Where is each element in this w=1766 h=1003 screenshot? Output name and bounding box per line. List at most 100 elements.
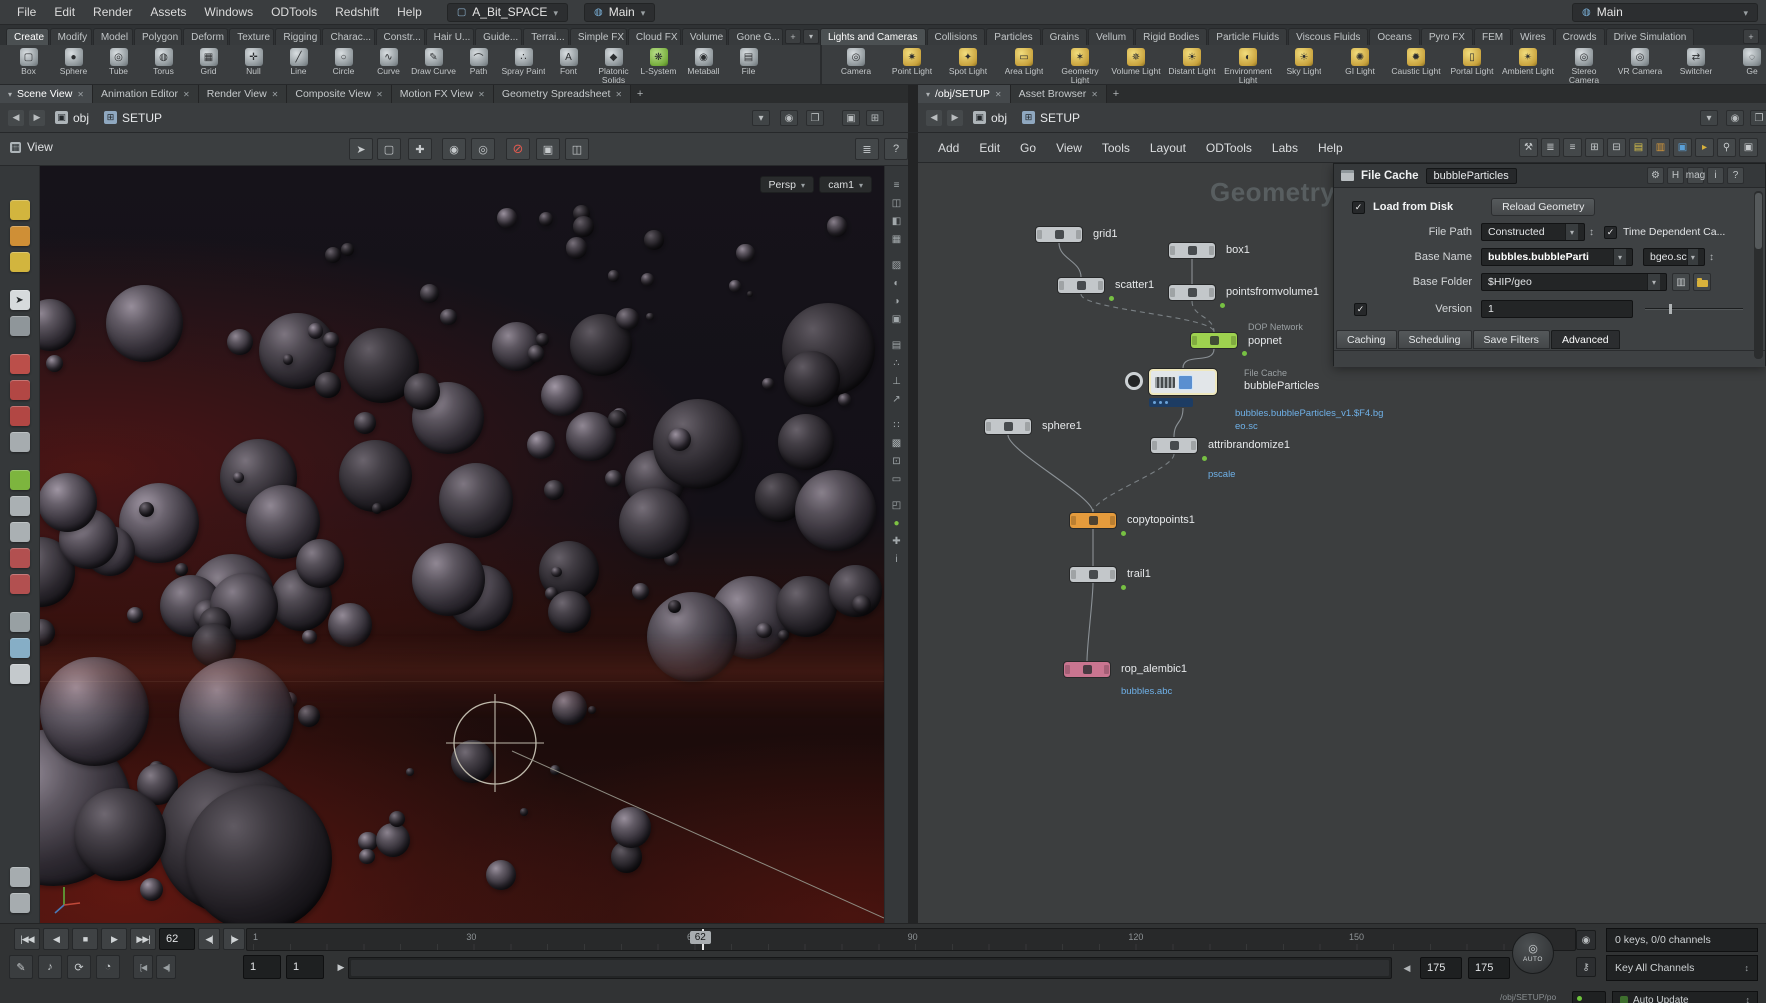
multi-snap-icon[interactable]: ◎ — [471, 138, 495, 160]
node-pointsfromvolume1[interactable] — [1169, 285, 1215, 300]
pane-tab[interactable]: ▾ Animation Editor — [92, 85, 199, 103]
close-icon[interactable] — [1091, 88, 1098, 100]
node-input-flag[interactable] — [1071, 516, 1076, 525]
shelf-tab[interactable]: Vellum — [1088, 28, 1135, 45]
render-region-disabled-icon[interactable]: ⊘ — [506, 138, 530, 160]
snap-icon[interactable]: ◉ — [442, 138, 466, 160]
wireframe-icon[interactable]: ▦ — [892, 234, 901, 246]
node-output-flag[interactable] — [1191, 441, 1196, 450]
shelf-tab[interactable]: Guide... — [475, 28, 523, 45]
viewport-layout-icon[interactable]: ◫ — [565, 138, 589, 160]
shelf-tab[interactable]: Lights and Cameras — [820, 28, 926, 45]
node-input-flag[interactable] — [1192, 336, 1197, 345]
keyframe-options-icon[interactable]: ✎ — [9, 955, 33, 979]
camera-icon[interactable]: ▣ — [892, 314, 901, 326]
shelf-tool[interactable]: ✺ GI Light — [1332, 46, 1388, 84]
info-icon[interactable]: i — [895, 554, 897, 566]
param-tab[interactable]: Save Filters — [1472, 330, 1550, 349]
pose-green-icon[interactable] — [9, 470, 30, 490]
open-folder-icon[interactable] — [1693, 273, 1711, 291]
paint-red-icon[interactable] — [9, 354, 30, 374]
lasso-select-icon[interactable]: ▢ — [377, 138, 401, 160]
auto-scope-button[interactable]: ◎ AUTO — [1512, 932, 1554, 974]
mask-icon[interactable]: ◰ — [892, 500, 901, 512]
version-field[interactable]: 1 — [1481, 300, 1633, 318]
shelf-tool[interactable]: ◎ Camera — [828, 46, 884, 84]
particles-icon[interactable]: ∷ — [893, 420, 899, 432]
menu-item[interactable]: Windows — [195, 2, 262, 22]
add-shelf-tab-button[interactable] — [785, 29, 801, 44]
shelf-tab[interactable]: Deform — [183, 28, 229, 45]
node-input-flag[interactable] — [1152, 441, 1157, 450]
close-icon[interactable] — [478, 88, 485, 100]
param-scrollbar[interactable] — [1754, 191, 1763, 359]
pane-tab[interactable]: ▾ Render View — [198, 85, 288, 103]
close-icon[interactable] — [615, 88, 622, 100]
key-mode-dropdown[interactable]: Key All Channels — [1606, 955, 1758, 981]
texture-icon[interactable]: ▨ — [892, 260, 901, 272]
step-forward-button[interactable]: |▶ — [223, 928, 245, 950]
version-checkbox[interactable] — [1354, 302, 1367, 316]
shelf-tool[interactable]: A Font — [546, 46, 591, 84]
breadcrumb-context[interactable]: ▣ obj — [50, 110, 94, 126]
breadcrumb-context[interactable]: ▣ obj — [968, 110, 1012, 126]
desktop-selector[interactable]: ▢ A_Bit_SPACE — [446, 2, 568, 22]
pin-icon[interactable]: ◉ — [1726, 110, 1744, 126]
pin-icon[interactable]: ◉ — [780, 110, 798, 126]
float-panel-icon[interactable]: ❐ — [1750, 110, 1766, 126]
pane-tab[interactable]: ▾ Composite View — [287, 85, 392, 103]
node-output-flag[interactable] — [1231, 336, 1236, 345]
search-icon[interactable]: mag — [1686, 167, 1705, 184]
pane-tab[interactable]: ▾ Asset Browser — [1010, 85, 1107, 103]
set-range-start-button[interactable]: [◀ — [133, 955, 153, 979]
pane-tab[interactable]: ▾ Geometry Spreadsheet — [493, 85, 632, 103]
loop-icon[interactable]: ⟳ — [67, 955, 91, 979]
node-input-flag[interactable] — [1037, 230, 1042, 239]
param-tab[interactable]: Caching — [1336, 330, 1397, 349]
shading-mode-icon[interactable]: ◧ — [892, 216, 901, 228]
sticky-note-icon[interactable]: ▤ — [1629, 138, 1648, 157]
shelf-tab[interactable]: Collisions — [926, 28, 986, 45]
file-type-dropdown[interactable]: bgeo.sc — [1643, 248, 1705, 266]
view-menu[interactable]: ▦ View — [10, 140, 53, 154]
shelf-tool[interactable]: ◆ Platonic Solids — [591, 46, 636, 84]
shelf-tool[interactable]: ✷ Point Light — [884, 46, 940, 84]
shelf-tool[interactable]: ○ Circle — [321, 46, 366, 84]
character-icon[interactable] — [9, 496, 30, 516]
paint-brush-yellow-icon[interactable] — [9, 200, 30, 220]
range-end-arrow-icon[interactable]: ◀ — [1398, 957, 1416, 979]
pane-divider[interactable] — [908, 133, 918, 923]
network-menu-item[interactable]: Edit — [971, 139, 1008, 157]
info-icon[interactable]: i — [1707, 167, 1724, 184]
shelf-tool[interactable]: ✛ Null — [231, 46, 276, 84]
shelf-tab-menu-button[interactable] — [803, 29, 819, 44]
safe-frame-icon[interactable]: ▭ — [892, 474, 901, 486]
load-from-disk-checkbox[interactable] — [1352, 200, 1365, 214]
shelf-tab[interactable]: Particle Fluids — [1208, 28, 1288, 45]
shelf-tab[interactable]: Cloud FX — [627, 28, 681, 45]
muscle-icon[interactable] — [9, 548, 30, 568]
shelf-tab[interactable]: Charac... — [322, 28, 375, 45]
playback-end-field[interactable]: 175 — [1420, 957, 1462, 979]
shelf-tab[interactable]: Rigid Bodies — [1135, 28, 1208, 45]
version-slider[interactable] — [1645, 304, 1743, 314]
shelf-tab[interactable]: Grains — [1041, 28, 1088, 45]
add-pane-tab-button[interactable] — [1107, 85, 1125, 103]
menu-item[interactable]: File — [8, 2, 45, 22]
node-input-flag[interactable] — [1071, 570, 1076, 579]
shelf-tool[interactable]: ▯ Portal Light — [1444, 46, 1500, 84]
shelf-tool[interactable]: ❋ L-System — [636, 46, 681, 84]
shelf-tab[interactable]: FEM — [1473, 28, 1512, 45]
shelf-tab[interactable]: Particles — [986, 28, 1041, 45]
shelf-tool[interactable]: ▤ File — [726, 46, 771, 84]
shelf-tab[interactable]: Hair U... — [425, 28, 475, 45]
network-menu-item[interactable]: ODTools — [1198, 139, 1260, 157]
scoped-camera-toggle-icon[interactable]: ◉ — [1576, 930, 1596, 950]
shelf-tab[interactable]: Constr... — [375, 28, 425, 45]
node-input-flag[interactable] — [1065, 665, 1070, 674]
stop-button[interactable]: ■ — [72, 928, 98, 950]
grid-view-icon[interactable]: ⊞ — [1585, 138, 1604, 157]
shelf-tab[interactable]: Pyro FX — [1420, 28, 1473, 45]
network-menu-item[interactable]: Help — [1310, 139, 1351, 157]
node-output-flag[interactable] — [1209, 246, 1214, 255]
